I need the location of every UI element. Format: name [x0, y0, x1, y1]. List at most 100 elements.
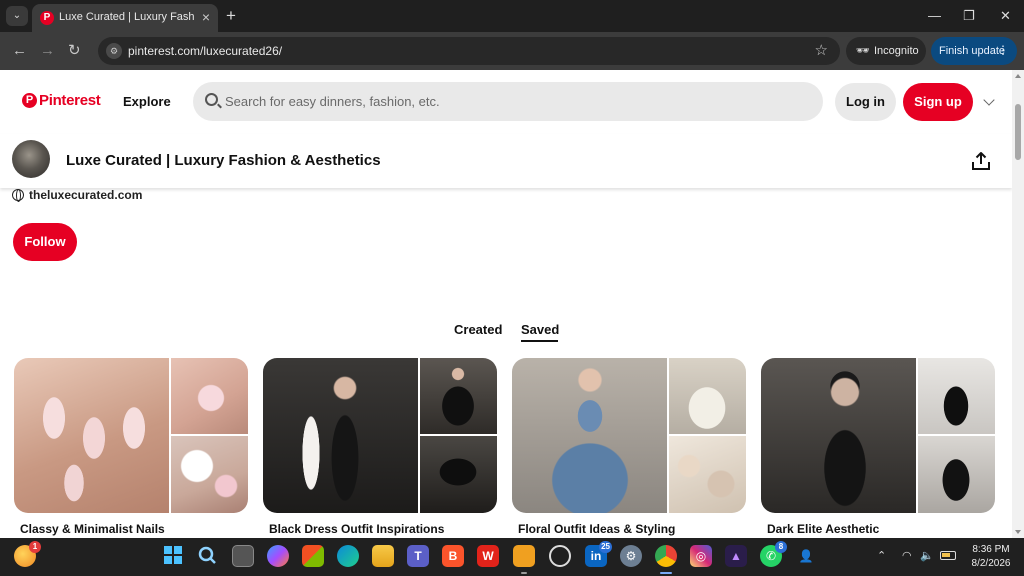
follow-button[interactable]: Follow — [13, 223, 77, 261]
bookmark-star-icon[interactable]: ☆ — [815, 41, 828, 61]
pinterest-favicon-icon: P — [40, 11, 54, 25]
incognito-icon: 🕶 — [856, 45, 870, 57]
profile-name: Luxe Curated | Luxury Fashion & Aestheti… — [66, 152, 381, 169]
forward-icon[interactable]: → — [40, 41, 55, 61]
wps-office-icon[interactable]: W — [477, 545, 499, 567]
show-hidden-icons-chevron-icon[interactable]: ⌃ — [877, 549, 886, 563]
active-app-indicator — [521, 572, 527, 574]
wifi-icon[interactable]: ◠ — [902, 549, 912, 563]
board-cover-image — [669, 358, 746, 434]
affinity-app-icon[interactable]: ▲ — [725, 545, 747, 567]
website-text[interactable]: theluxecurated.com — [29, 188, 142, 202]
new-tab-button[interactable]: + — [226, 6, 236, 26]
restore-icon[interactable]: ❐ — [963, 6, 975, 26]
window-close-icon[interactable]: ✕ — [1000, 6, 1011, 26]
logo-text: Pinterest — [39, 92, 101, 109]
more-menu-icon[interactable]: ⋮ — [997, 43, 1009, 57]
board-cover-image — [918, 436, 995, 513]
microsoft-store-icon[interactable] — [302, 545, 324, 567]
tab-created[interactable]: Created — [454, 322, 502, 337]
volume-muted-icon[interactable]: 🔈 — [920, 549, 934, 563]
profile-tabs: Created Saved — [0, 320, 1012, 344]
board-cover-image — [420, 358, 497, 434]
browser-tab-bar: ⌄ P Luxe Curated | Luxury Fashion & Aest… — [0, 0, 1024, 32]
copilot-icon[interactable] — [267, 545, 289, 567]
board-cover-image — [420, 436, 497, 513]
board-cover-image — [171, 436, 248, 513]
reload-icon[interactable]: ↻ — [68, 41, 81, 61]
search-icon — [205, 93, 218, 106]
board-title[interactable]: Classy & Minimalist Nails — [20, 522, 165, 536]
battery-icon[interactable] — [940, 551, 956, 560]
explore-link[interactable]: Explore — [123, 94, 171, 109]
weather-badge: 1 — [29, 541, 41, 553]
globe-icon — [12, 189, 24, 202]
notes-app-icon[interactable] — [513, 545, 535, 574]
page-scrollbar[interactable] — [1012, 70, 1024, 538]
site-info-icon[interactable]: ⚙ — [106, 43, 122, 59]
instagram-icon[interactable]: ◎ — [690, 545, 712, 567]
file-explorer-icon[interactable] — [372, 545, 394, 567]
search-bar[interactable] — [193, 82, 823, 121]
minimize-icon[interactable]: — — [928, 6, 941, 26]
pinterest-logo-icon: P — [22, 93, 37, 108]
finish-update-button[interactable]: Finish update ⋮ — [931, 37, 1017, 65]
share-icon[interactable] — [970, 150, 992, 172]
tab-search-icon[interactable]: ⌄ — [6, 6, 28, 26]
chatgpt-icon[interactable] — [549, 545, 571, 567]
search-icon[interactable] — [196, 545, 218, 567]
board-title[interactable]: Black Dress Outfit Inspirations — [269, 522, 444, 536]
brave-icon[interactable]: B — [442, 545, 464, 567]
tab-saved[interactable]: Saved — [521, 322, 559, 337]
profile-header: Luxe Curated | Luxury Fashion & Aestheti… — [0, 134, 1012, 188]
weather-icon[interactable]: 1 — [14, 541, 41, 567]
signup-button[interactable]: Sign up — [903, 83, 973, 121]
scroll-up-icon[interactable] — [1015, 74, 1021, 78]
battery-level — [942, 553, 950, 557]
system-clock[interactable]: 8:36 PM 8/2/2026 — [966, 543, 1016, 571]
search-input[interactable] — [225, 91, 805, 111]
incognito-label: Incognito — [874, 45, 919, 57]
chrome-icon[interactable] — [655, 545, 677, 574]
board-cover-image — [761, 358, 916, 513]
browser-tab[interactable]: P Luxe Curated | Luxury Fashion & Aesthe… — [32, 4, 218, 32]
board-cover[interactable] — [263, 358, 497, 513]
task-view-icon[interactable] — [232, 545, 254, 567]
board-cover[interactable] — [14, 358, 248, 513]
close-tab-icon[interactable]: × — [202, 9, 210, 25]
board-cover-image — [512, 358, 667, 513]
voice-access-icon[interactable]: 👤 — [795, 545, 817, 567]
board-title[interactable]: Dark Elite Aesthetic — [767, 522, 879, 536]
active-app-indicator — [660, 572, 672, 574]
linkedin-badge: 25 — [599, 541, 612, 553]
board-cover-image — [918, 358, 995, 434]
board-cover-image — [263, 358, 418, 513]
edge-icon[interactable] — [337, 545, 359, 567]
incognito-indicator[interactable]: 🕶 Incognito — [846, 37, 926, 65]
whatsapp-icon[interactable]: ✆ 8 — [760, 541, 787, 567]
login-button[interactable]: Log in — [835, 83, 896, 121]
clock-date: 8/2/2026 — [971, 558, 1011, 569]
settings-gear-icon[interactable]: ⚙ — [620, 545, 642, 567]
windows-taskbar: 1 T B W in 25 ⚙ ◎ ▲ ✆ 8 👤 ⌃ ◠ 🔈 8:36 PM … — [0, 538, 1024, 576]
browser-toolbar: ← → ↻ ⚙ pinterest.com/luxecurated26/ ☆ 🕶… — [0, 32, 1024, 70]
page-content: P Pinterest Explore Log in Sign up Luxe … — [0, 70, 1012, 538]
board-cover-image — [669, 436, 746, 513]
chevron-down-icon[interactable] — [983, 94, 995, 106]
board-cover[interactable] — [761, 358, 995, 513]
linkedin-icon[interactable]: in 25 — [585, 541, 612, 567]
back-icon[interactable]: ← — [12, 41, 27, 61]
avatar — [12, 140, 50, 178]
scrollbar-thumb[interactable] — [1015, 104, 1021, 160]
finish-update-label: Finish update — [939, 45, 1006, 57]
url-text[interactable]: pinterest.com/luxecurated26/ — [128, 44, 282, 58]
address-bar[interactable]: ⚙ pinterest.com/luxecurated26/ ☆ — [98, 37, 840, 65]
board-cover[interactable] — [512, 358, 746, 513]
board-title[interactable]: Floral Outfit Ideas & Styling — [518, 522, 675, 536]
tab-title: Luxe Curated | Luxury Fashion & Aestheti… — [59, 11, 195, 23]
windows-start-icon[interactable] — [162, 545, 184, 567]
scroll-down-icon[interactable] — [1015, 530, 1021, 534]
active-tab-indicator — [521, 340, 558, 342]
whatsapp-badge: 8 — [775, 541, 787, 553]
teams-icon[interactable]: T — [407, 545, 429, 567]
